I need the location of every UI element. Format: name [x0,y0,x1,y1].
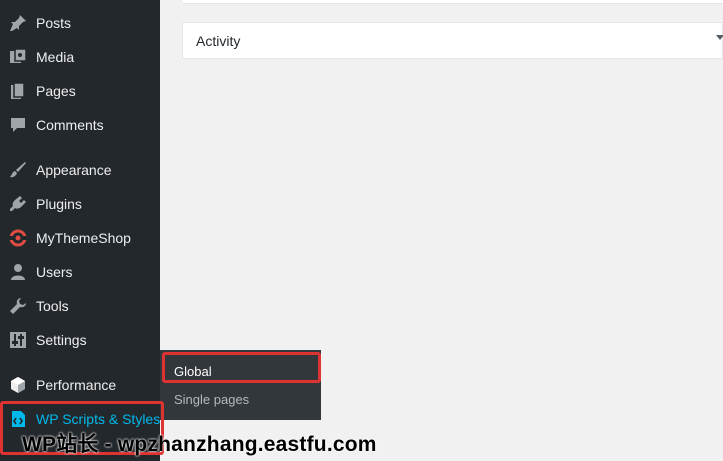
sidebar-item-tools[interactable]: Tools [0,289,160,323]
activity-widget-title: Activity [196,33,241,49]
sidebar-item-plugins[interactable]: Plugins [0,187,160,221]
sidebar-item-label: Settings [36,332,87,348]
performance-icon [8,375,28,395]
sidebar-item-label: Appearance [36,162,112,178]
sidebar-item-label: Users [36,264,73,280]
mythemeshop-icon [8,228,28,248]
activity-widget[interactable]: Activity [182,22,723,59]
sidebar-item-label: MyThemeShop [36,230,131,246]
sidebar-item-settings[interactable]: Settings [0,323,160,357]
media-icon [8,47,28,67]
sidebar-item-mythemeshop[interactable]: MyThemeShop [0,221,160,255]
sidebar-item-posts[interactable]: Posts [0,6,160,40]
brush-icon [8,160,28,180]
sidebar-item-media[interactable]: Media [0,40,160,74]
sidebar-item-label: Posts [36,15,72,31]
pushpin-icon [8,13,28,33]
sidebar-item-label: Pages [36,83,76,99]
widget-toggle-icon[interactable] [716,35,723,40]
sidebar-item-users[interactable]: Users [0,255,160,289]
sidebar-item-performance[interactable]: Performance [0,368,160,402]
plug-icon [8,194,28,214]
sidebar-item-label: Performance [36,377,117,393]
pages-icon [8,81,28,101]
sidebar-item-label: Tools [36,298,69,314]
admin-sidebar: Posts Media Pages Comments Appearance Pl… [0,0,160,461]
submenu-item-single-pages[interactable]: Single pages [174,392,249,407]
sidebar-item-label: Comments [36,117,104,133]
wrench-icon [8,296,28,316]
dashboard-top-panel [183,0,723,4]
sidebar-item-label: Media [36,49,75,65]
settings-icon [8,330,28,350]
comment-icon [8,115,28,135]
sidebar-item-label: Plugins [36,196,82,212]
watermark-text: WP站长 - wpzhanzhang.eastfu.com [22,433,377,456]
sidebar-item-pages[interactable]: Pages [0,74,160,108]
sidebar-item-appearance[interactable]: Appearance [0,153,160,187]
highlight-box-global [162,352,321,383]
user-icon [8,262,28,282]
sidebar-item-comments[interactable]: Comments [0,108,160,142]
